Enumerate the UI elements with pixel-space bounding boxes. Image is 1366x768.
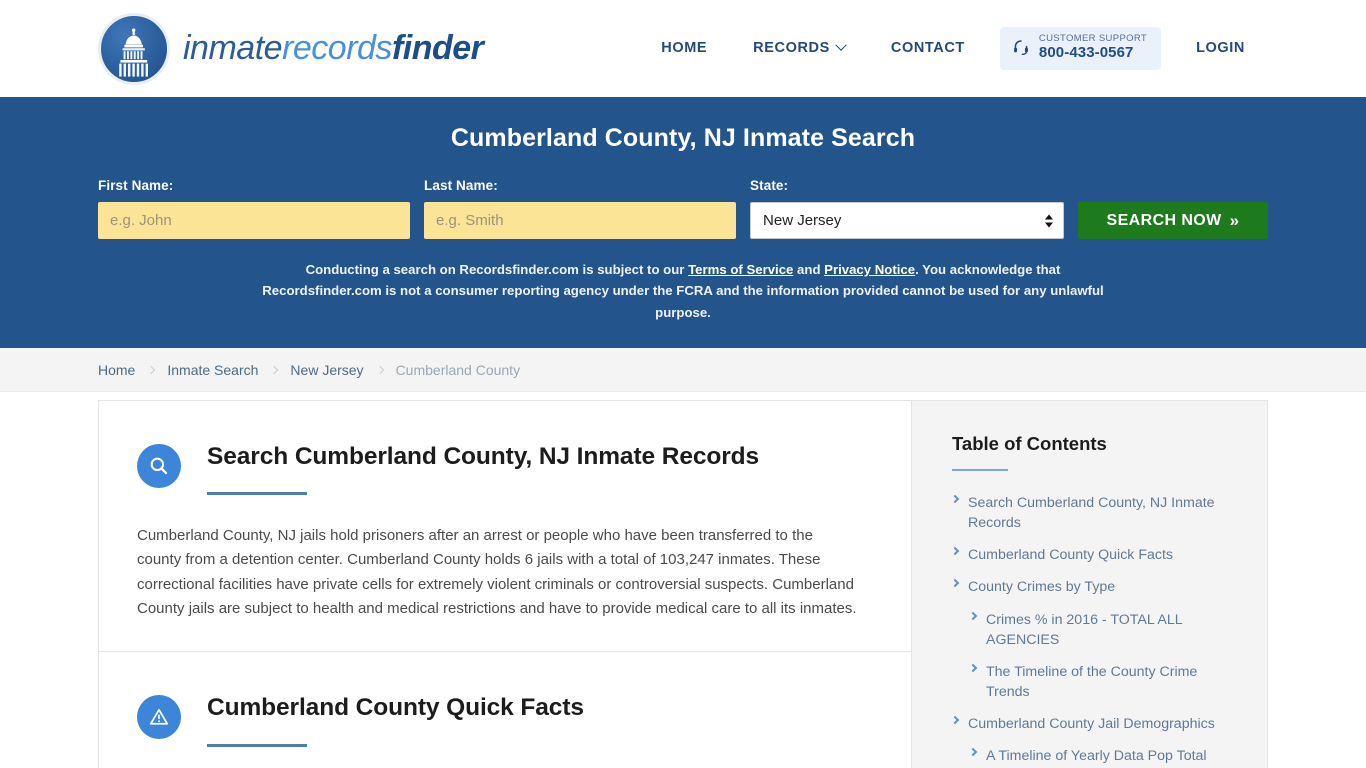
search-icon <box>137 444 181 488</box>
toc-item-label: County Crimes by Type <box>968 579 1116 596</box>
toc-item[interactable]: Cumberland County Jail Demographics <box>950 714 1237 734</box>
nav-item-login[interactable]: LOGIN <box>1173 40 1268 56</box>
state-label: State: <box>750 178 789 193</box>
breadcrumb-item-home[interactable]: Home <box>98 362 135 378</box>
support-phone: 800-433-0567 <box>1038 43 1134 61</box>
site-logo[interactable]: inmaterecordsfinder <box>98 12 484 85</box>
toc-item-label: A Timeline of Yearly Data Pop Total from… <box>986 748 1207 765</box>
nav-label-contact: CONTACT <box>890 40 965 57</box>
section-body-text: Cumberland County, NJ jails hold prisone… <box>137 527 857 618</box>
section-underline <box>207 743 307 747</box>
capitol-dome-icon <box>98 12 170 85</box>
toc-item[interactable]: Search Cumberland County, NJ Inmate Reco… <box>950 493 1237 533</box>
chevron-right-icon <box>968 748 978 757</box>
toc-list: Search Cumberland County, NJ Inmate Reco… <box>950 493 1237 768</box>
terms-of-service-link[interactable]: Terms of Service <box>688 262 793 277</box>
first-name-label: First Name: <box>98 178 174 193</box>
last-name-field-group: Last Name: <box>424 178 737 239</box>
nav-item-contact[interactable]: CONTACT <box>868 40 988 56</box>
toc-item-label: Cumberland County Jail Demographics <box>968 716 1215 733</box>
nav-label-login: LOGIN <box>1196 40 1245 57</box>
toc-item[interactable]: Crimes % in 2016 - TOTAL ALL AGENCIES <box>952 610 1237 650</box>
toc-item[interactable]: County Crimes by Type <box>950 577 1237 597</box>
breadcrumb-separator-icon <box>147 365 156 374</box>
first-name-field-group: First Name: <box>98 178 411 239</box>
section-underline <box>207 492 307 496</box>
alert-triangle-icon <box>137 695 181 740</box>
main-column: Search Cumberland County, NJ Inmate Reco… <box>99 401 911 768</box>
nav-item-home[interactable]: HOME <box>638 40 730 56</box>
search-now-button[interactable]: SEARCH NOW » <box>1078 202 1268 239</box>
section-title: Search Cumberland County, NJ Inmate Reco… <box>207 443 760 470</box>
hero-search-section: Cumberland County, NJ Inmate Search Firs… <box>0 97 1366 348</box>
state-select[interactable]: New Jersey <box>750 202 1064 239</box>
toc-title: Table of Contents <box>952 433 1107 454</box>
page-title: Cumberland County, NJ Inmate Search <box>450 124 916 152</box>
last-name-label: Last Name: <box>424 178 498 193</box>
section-search-records: Search Cumberland County, NJ Inmate Reco… <box>99 401 911 651</box>
section-title: Cumberland County Quick Facts <box>207 694 584 722</box>
toc-item[interactable]: Cumberland County Quick Facts <box>950 545 1237 565</box>
nav-label-home: HOME <box>661 40 708 57</box>
breadcrumb-item-new-jersey[interactable]: New Jersey <box>290 362 363 378</box>
privacy-notice-link[interactable]: Privacy Notice <box>824 262 915 277</box>
chevron-down-icon <box>835 39 847 52</box>
breadcrumb-separator-icon <box>270 365 279 374</box>
double-chevron-right-icon: » <box>1229 211 1240 230</box>
breadcrumb-item-current: Cumberland County <box>395 361 521 378</box>
first-name-input[interactable] <box>98 202 411 239</box>
state-field-group: State: New Jersey <box>750 178 1064 239</box>
chevron-right-icon <box>950 494 960 504</box>
logo-text-part1: inmate <box>183 29 283 67</box>
toc-item-label: Cumberland County Quick Facts <box>968 547 1174 564</box>
nav-item-records[interactable]: RECORDS <box>730 39 868 57</box>
toc-underline <box>952 469 1008 471</box>
nav-label-records: RECORDS <box>753 40 830 57</box>
logo-text-part2: records <box>282 29 392 67</box>
breadcrumb-bar: Home Inmate Search New Jersey Cumberland… <box>0 348 1366 392</box>
search-now-label: SEARCH NOW <box>1106 211 1222 229</box>
disclaimer-mid: and <box>793 262 825 277</box>
disclaimer-part1: Conducting a search on Recordsfinder.com… <box>305 262 689 277</box>
main-navigation: HOME RECORDS CONTACT CUSTOMER SUPPORT 80 <box>638 27 1268 70</box>
page-content: Search Cumberland County, NJ Inmate Reco… <box>0 392 1366 768</box>
site-header: inmaterecordsfinder HOME RECORDS CONTACT <box>0 0 1366 97</box>
search-disclaimer: Conducting a search on Recordsfinder.com… <box>261 259 1106 323</box>
logo-text-part3: finder <box>391 29 484 67</box>
chevron-right-icon <box>950 547 960 556</box>
chevron-right-icon <box>950 716 960 725</box>
chevron-right-icon <box>968 611 978 620</box>
toc-item[interactable]: The Timeline of the County Crime Trends <box>952 662 1237 702</box>
breadcrumb: Home Inmate Search New Jersey Cumberland… <box>98 362 520 378</box>
last-name-input[interactable] <box>424 202 737 239</box>
toc-item[interactable]: A Timeline of Yearly Data Pop Total from… <box>952 746 1237 768</box>
search-form: First Name: Last Name: State: New Jersey… <box>98 178 1268 239</box>
toc-item-label: Crimes % in 2016 - TOTAL ALL AGENCIES <box>986 611 1183 648</box>
content-card: Search Cumberland County, NJ Inmate Reco… <box>98 400 1268 768</box>
logo-wordmark: inmaterecordsfinder <box>183 29 484 68</box>
toc-item-label: The Timeline of the County Crime Trends <box>986 663 1198 701</box>
section-quick-facts: Cumberland County Quick Facts <box>99 651 911 768</box>
toc-item-label: Search Cumberland County, NJ Inmate Reco… <box>968 495 1215 532</box>
breadcrumb-separator-icon <box>375 365 384 374</box>
customer-support-box[interactable]: CUSTOMER SUPPORT 800-433-0567 <box>999 27 1162 70</box>
breadcrumb-item-inmate-search[interactable]: Inmate Search <box>167 362 258 378</box>
table-of-contents-sidebar: Table of Contents Search Cumberland Coun… <box>911 401 1267 768</box>
headset-icon <box>1012 39 1030 57</box>
chevron-right-icon <box>950 579 960 588</box>
chevron-right-icon <box>968 663 978 673</box>
